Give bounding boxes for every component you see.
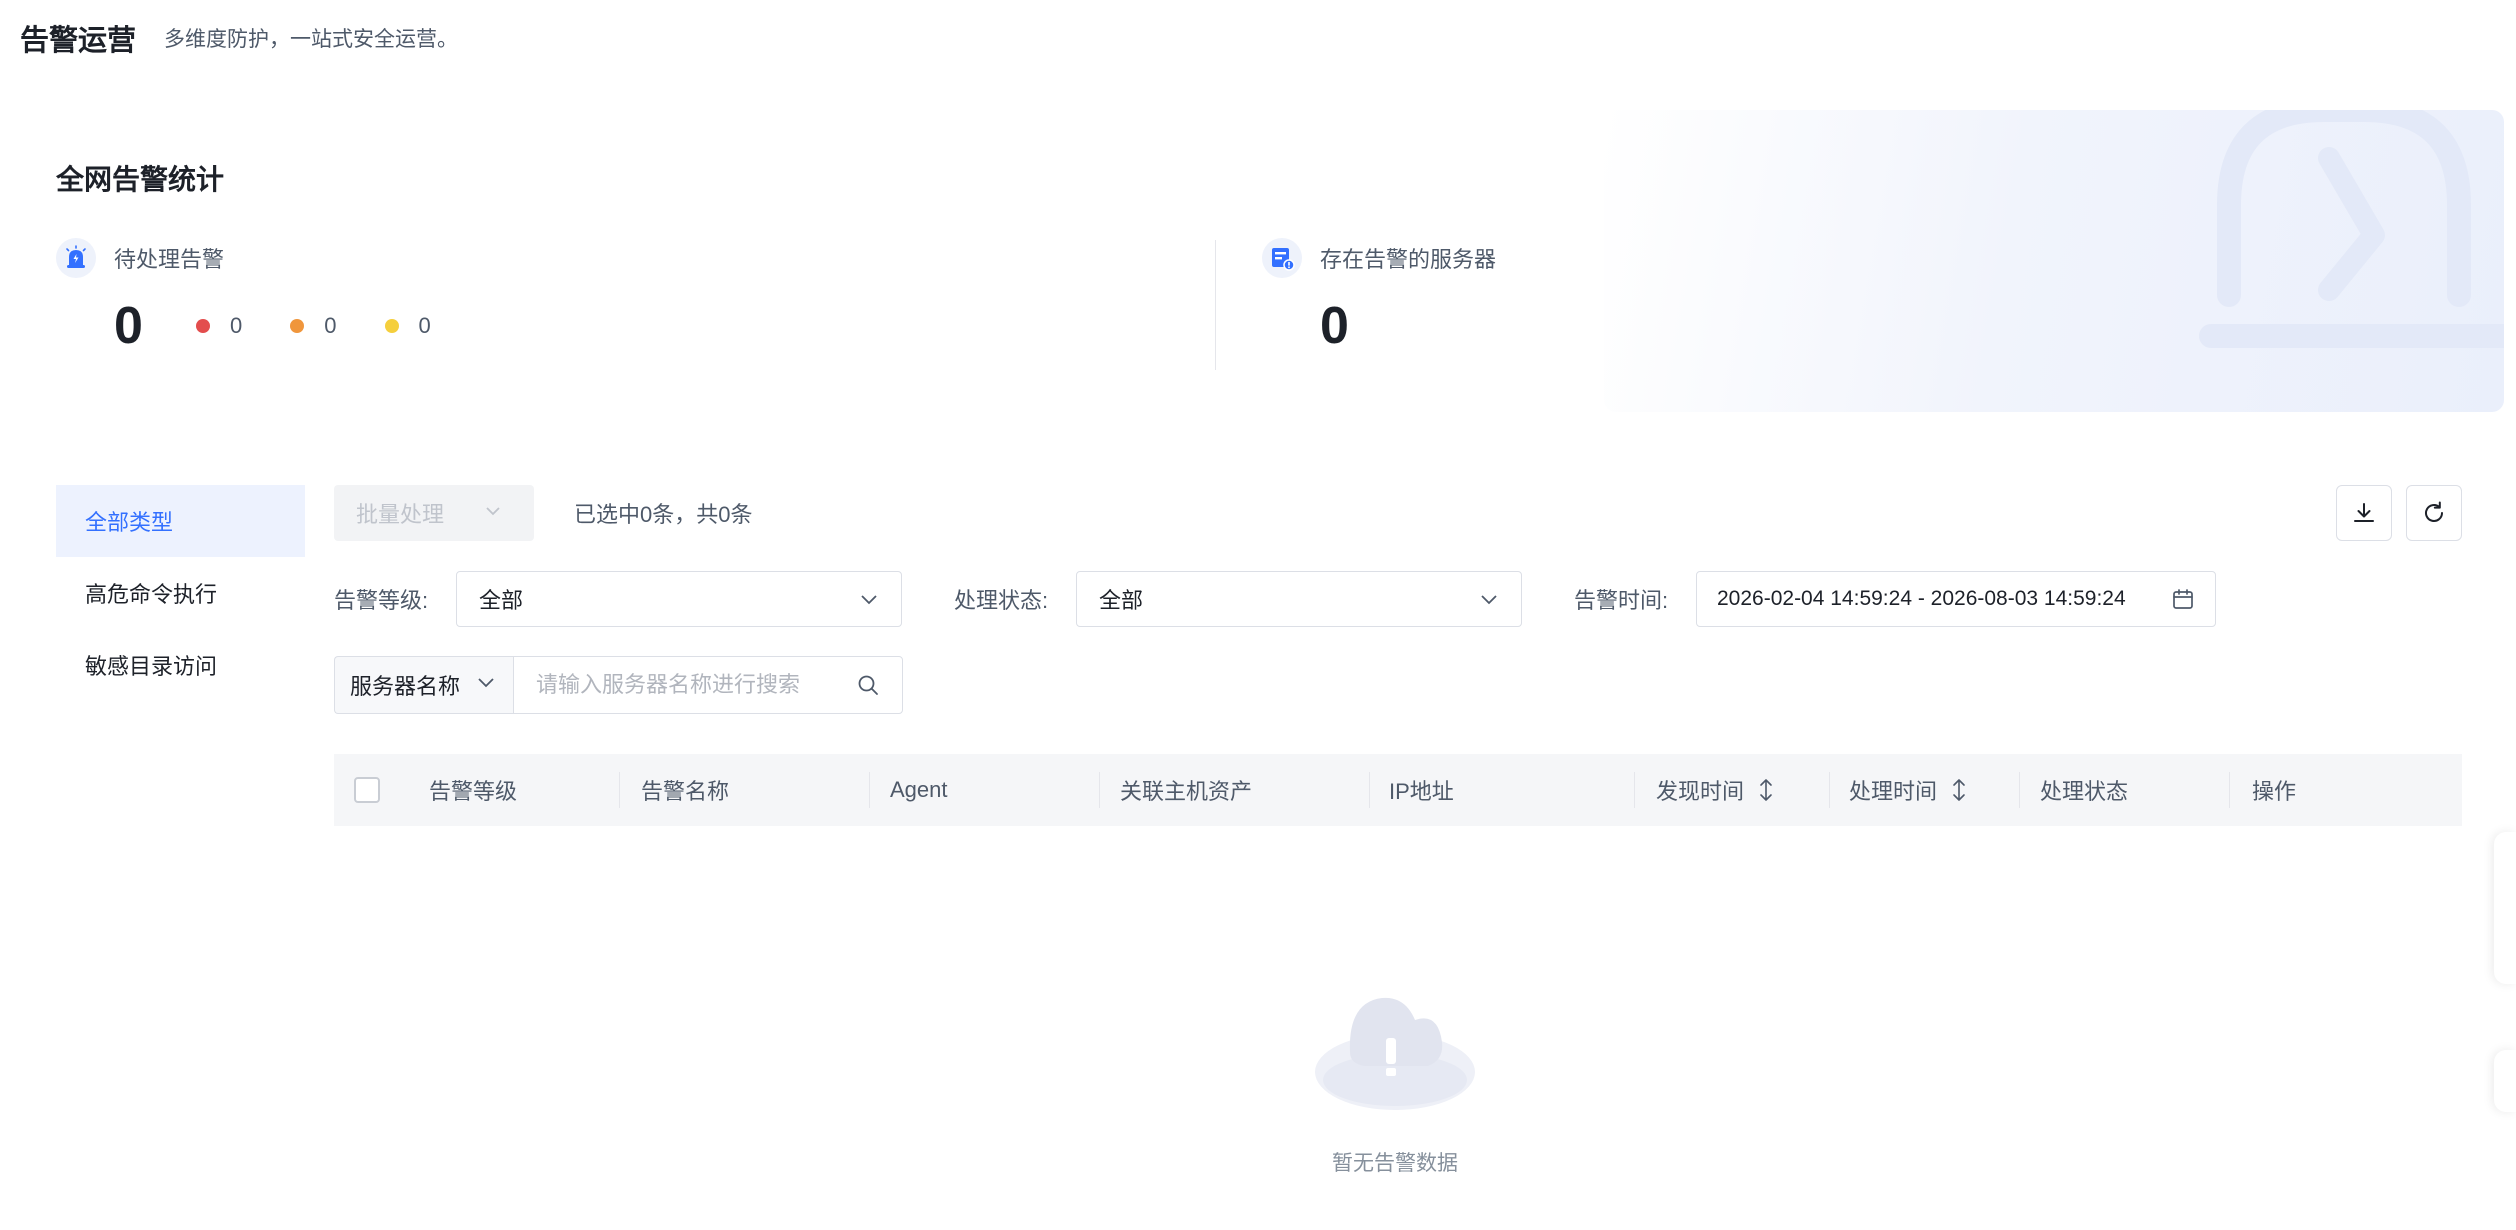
nav-item-label: 全部类型: [85, 510, 174, 535]
alert-content: 批量处理 已选中0条，共0条 告警等级: 全部 处理状态: 全部 告警时间: 2…: [334, 485, 2462, 826]
alarm-light-icon: [56, 238, 96, 278]
refresh-button[interactable]: [2406, 485, 2462, 541]
select-all-checkbox[interactable]: [354, 777, 380, 803]
chevron-down-icon: [476, 672, 496, 698]
page-title: 告警运营: [20, 25, 137, 57]
column-header-ip: IP地址: [1389, 754, 1454, 826]
search-input-wrapper: [513, 656, 903, 714]
level-low: 0: [384, 313, 431, 339]
status-value: 全部: [1099, 588, 1144, 613]
stats-card: 全网告警统计 待处理告警 0 0 0 0 存在告警的服务器 0: [56, 110, 2504, 412]
batch-process-label: 批量处理: [356, 502, 445, 527]
filter-row: 告警等级: 全部 处理状态: 全部 告警时间: 2026-02-04 14:59…: [334, 571, 2462, 627]
download-button[interactable]: [2336, 485, 2392, 541]
column-divider: [1099, 772, 1100, 808]
nav-item-label: 敏感目录访问: [85, 654, 218, 679]
batch-process-button[interactable]: 批量处理: [334, 485, 534, 541]
alert-level-select[interactable]: 全部: [456, 571, 902, 627]
level-low-dot: [384, 319, 399, 333]
column-divider: [2229, 772, 2230, 808]
level-medium-dot: [290, 319, 305, 333]
alert-time-label: 告警时间:: [1574, 588, 1669, 613]
pending-alerts-label: 待处理告警: [114, 247, 225, 272]
column-header-name: 告警名称: [641, 754, 729, 826]
search-icon[interactable]: [856, 673, 880, 697]
level-high-dot: [196, 319, 210, 333]
column-header-actions: 操作: [2252, 754, 2296, 826]
calendar-icon: [2173, 589, 2193, 609]
column-label: 处理状态: [2040, 779, 2129, 804]
level-medium-count: 0: [324, 313, 337, 338]
column-header-host-asset: 关联主机资产: [1120, 754, 1252, 826]
alert-servers-stat: 存在告警的服务器 0: [1262, 238, 1496, 354]
nav-item-label: 高危命令执行: [85, 582, 218, 607]
column-label: Agent: [890, 777, 948, 802]
column-label: 发现时间: [1656, 779, 1745, 804]
column-divider: [1369, 772, 1370, 808]
empty-state-text: 暂无告警数据: [1332, 1152, 1458, 1175]
pending-alerts-stat: 待处理告警 0 0 0 0: [56, 238, 479, 354]
alert-time-range-picker[interactable]: 2026-02-04 14:59:24 - 2026-08-03 14:59:2…: [1696, 571, 2216, 627]
selection-count: 已选中0条，共0条: [574, 502, 753, 527]
column-header-process-time[interactable]: 处理时间: [1849, 754, 1967, 826]
page-subtitle: 多维度防护，一站式安全运营。: [164, 28, 459, 51]
column-label: 关联主机资产: [1120, 779, 1253, 804]
column-label: 处理时间: [1849, 779, 1938, 804]
chevron-down-icon: [861, 595, 877, 605]
server-search: 服务器名称: [334, 656, 903, 714]
column-label: 告警等级: [429, 779, 518, 804]
floating-side-toolbar[interactable]: [2494, 832, 2516, 984]
level-low-count: 0: [418, 313, 431, 338]
page-header: 告警运营 多维度防护，一站式安全运营。: [20, 18, 458, 58]
sort-icon[interactable]: [1951, 777, 1967, 803]
column-header-level: 告警等级: [429, 754, 517, 826]
stats-divider: [1215, 240, 1216, 370]
column-label: 操作: [2252, 779, 2297, 804]
column-divider: [869, 772, 870, 808]
download-icon: [2354, 503, 2374, 522]
level-high: 0: [196, 313, 242, 339]
status-label: 处理状态:: [954, 588, 1049, 613]
alert-servers-label: 存在告警的服务器: [1320, 247, 1497, 272]
chevron-down-icon: [1481, 595, 1497, 605]
floating-side-button[interactable]: [2494, 1050, 2516, 1112]
refresh-icon: [2425, 501, 2443, 522]
column-header-found-time[interactable]: 发现时间: [1656, 754, 1774, 826]
stats-background: [1604, 110, 2504, 412]
column-label: 告警名称: [641, 779, 730, 804]
column-header-agent: Agent: [890, 754, 948, 826]
alert-level-label: 告警等级:: [334, 588, 429, 613]
empty-state: 暂无告警数据: [1290, 990, 1500, 1177]
alert-servers-total: 0: [1320, 297, 1349, 355]
alert-type-nav: 全部类型 高危命令执行 敏感目录访问: [56, 485, 305, 701]
search-type-select[interactable]: 服务器名称: [334, 656, 513, 714]
select-all-cell: [354, 754, 380, 826]
level-high-count: 0: [230, 313, 243, 338]
table-header: 告警等级 告警名称 Agent 关联主机资产 IP地址 发现时间 处理时间 处理…: [334, 754, 2462, 826]
chevron-down-icon: [484, 500, 502, 526]
search-type-value: 服务器名称: [350, 674, 461, 699]
status-select[interactable]: 全部: [1076, 571, 1522, 627]
server-name-search-input[interactable]: [536, 672, 856, 698]
server-alert-icon: [1262, 238, 1302, 278]
nav-item-high-risk-command[interactable]: 高危命令执行: [56, 557, 305, 629]
empty-cloud-icon: [1315, 997, 1475, 1110]
nav-item-all-types[interactable]: 全部类型: [56, 485, 305, 557]
pending-alerts-total: 0: [114, 297, 143, 355]
level-medium: 0: [290, 313, 337, 339]
alert-time-range-value: 2026-02-04 14:59:24 - 2026-08-03 14:59:2…: [1717, 587, 2126, 610]
column-divider: [1634, 772, 1635, 808]
column-divider: [2019, 772, 2020, 808]
alert-level-value: 全部: [479, 588, 524, 613]
column-divider: [1829, 772, 1830, 808]
nav-item-sensitive-directory[interactable]: 敏感目录访问: [56, 629, 305, 701]
column-divider: [619, 772, 620, 808]
alarm-bell-icon: [2199, 110, 2504, 348]
stats-title: 全网告警统计: [56, 164, 225, 195]
column-label: IP地址: [1389, 779, 1454, 804]
toolbar: 批量处理 已选中0条，共0条: [334, 485, 2462, 541]
sort-icon[interactable]: [1758, 777, 1774, 803]
column-header-status: 处理状态: [2040, 754, 2128, 826]
